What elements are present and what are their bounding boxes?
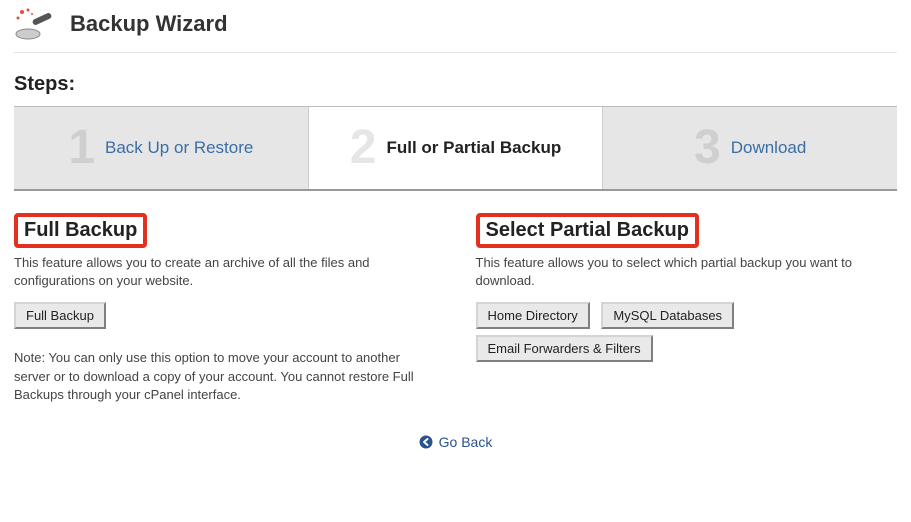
- go-back-label: Go Back: [439, 434, 493, 450]
- full-backup-note: Note: You can only use this option to mo…: [14, 349, 436, 404]
- mysql-databases-button[interactable]: MySQL Databases: [601, 302, 734, 329]
- backup-wizard-icon: [14, 8, 60, 40]
- step-label: Download: [731, 138, 807, 158]
- step-1[interactable]: 1 Back Up or Restore: [14, 107, 309, 189]
- step-number: 2: [350, 124, 377, 172]
- steps-heading: Steps:: [14, 73, 897, 96]
- partial-backup-heading: Select Partial Backup: [476, 213, 699, 248]
- home-directory-button[interactable]: Home Directory: [476, 302, 590, 329]
- step-label: Full or Partial Backup: [386, 138, 561, 158]
- page-header: Backup Wizard: [14, 8, 897, 53]
- step-label: Back Up or Restore: [105, 138, 253, 158]
- email-forwarders-button[interactable]: Email Forwarders & Filters: [476, 335, 653, 362]
- arrow-left-icon: [419, 435, 433, 449]
- partial-backup-description: This feature allows you to select which …: [476, 254, 898, 290]
- partial-backup-section: Select Partial Backup This feature allow…: [476, 213, 898, 404]
- go-back-link[interactable]: Go Back: [419, 434, 493, 450]
- content-area: Full Backup This feature allows you to c…: [14, 213, 897, 404]
- partial-backup-buttons: Home Directory MySQL Databases Email For…: [476, 302, 898, 368]
- step-3[interactable]: 3 Download: [603, 107, 897, 189]
- full-backup-heading: Full Backup: [14, 213, 147, 248]
- step-number: 1: [68, 124, 95, 172]
- steps-row: 1 Back Up or Restore 2 Full or Partial B…: [14, 106, 897, 191]
- page-title: Backup Wizard: [70, 11, 228, 37]
- step-number: 3: [694, 124, 721, 172]
- go-back-container: Go Back: [14, 434, 897, 452]
- step-2[interactable]: 2 Full or Partial Backup: [309, 107, 604, 189]
- full-backup-button[interactable]: Full Backup: [14, 302, 106, 329]
- full-backup-description: This feature allows you to create an arc…: [14, 254, 436, 290]
- full-backup-section: Full Backup This feature allows you to c…: [14, 213, 436, 404]
